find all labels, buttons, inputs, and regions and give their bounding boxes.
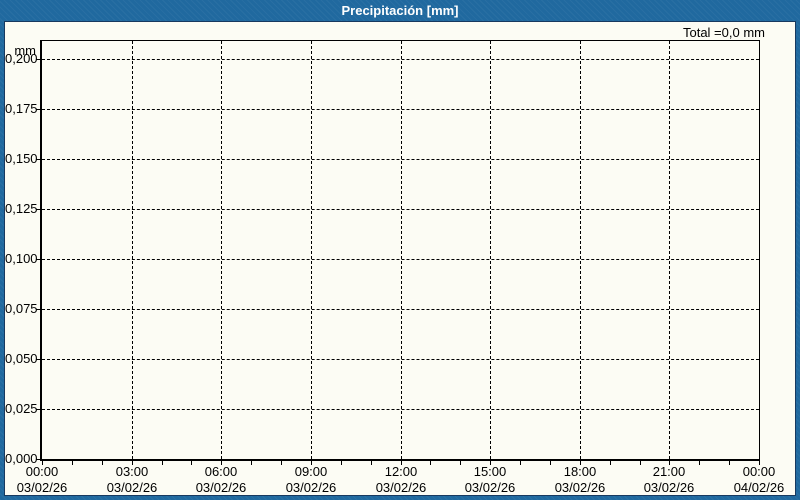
x-tick-date: 03/02/26 bbox=[106, 480, 158, 495]
x-tick-label: 15:00 03/02/26 bbox=[444, 465, 536, 495]
x-tick-date: 03/02/26 bbox=[554, 480, 606, 495]
v-gridline bbox=[579, 41, 581, 459]
v-gridline bbox=[400, 41, 402, 459]
x-tick-time: 00:00 bbox=[25, 464, 59, 479]
x-tick-date: 03/02/26 bbox=[375, 480, 427, 495]
chart-panel: Total =0,0 mm mm 0,200 0,175 0,150 0,125 0,1… bbox=[4, 21, 796, 496]
x-tick-date: 03/02/26 bbox=[643, 480, 695, 495]
y-tick-label: 0,175 bbox=[5, 101, 38, 116]
x-tick-date: 03/02/26 bbox=[464, 480, 516, 495]
chart-window: { "window": { "title": "Precipitación [m… bbox=[0, 0, 800, 500]
x-tick-label: 21:00 03/02/26 bbox=[623, 465, 715, 495]
y-tick-label: 0,025 bbox=[5, 401, 38, 416]
x-tick-label: 18:00 03/02/26 bbox=[534, 465, 626, 495]
x-tick-label: 06:00 03/02/26 bbox=[175, 465, 267, 495]
window-title-bar: Precipitación [mm] bbox=[0, 0, 800, 21]
x-tick-time: 03:00 bbox=[115, 464, 149, 479]
x-tick-date: 04/02/26 bbox=[733, 480, 785, 495]
x-tick-time: 18:00 bbox=[563, 464, 597, 479]
x-tick-time: 00:00 bbox=[742, 464, 776, 479]
y-tick-label: 0,200 bbox=[5, 51, 38, 66]
x-tick-label: 00:00 03/02/26 bbox=[0, 465, 88, 495]
x-tick-time: 06:00 bbox=[204, 464, 238, 479]
y-tick-label: 0,150 bbox=[5, 151, 38, 166]
x-tick-time: 09:00 bbox=[294, 464, 328, 479]
x-tick-time: 15:00 bbox=[473, 464, 507, 479]
x-tick-date: 03/02/26 bbox=[195, 480, 247, 495]
x-tick-label: 00:00 04/02/26 bbox=[713, 465, 800, 495]
v-gridline bbox=[131, 41, 133, 459]
x-tick-date: 03/02/26 bbox=[16, 480, 68, 495]
v-gridline bbox=[221, 41, 223, 459]
v-gridline bbox=[490, 41, 492, 459]
x-tick-label: 09:00 03/02/26 bbox=[265, 465, 357, 495]
y-tick-label: 0,050 bbox=[5, 351, 38, 366]
x-tick-label: 03:00 03/02/26 bbox=[86, 465, 178, 495]
x-tick-time: 21:00 bbox=[652, 464, 686, 479]
window-title: Precipitación [mm] bbox=[341, 3, 459, 18]
total-label: Total =0,0 mm bbox=[682, 25, 765, 40]
v-gridline bbox=[669, 41, 671, 459]
y-tick-label: 0,100 bbox=[5, 251, 38, 266]
x-tick-label: 12:00 03/02/26 bbox=[355, 465, 447, 495]
v-gridline bbox=[310, 41, 312, 459]
y-tick-label: 0,075 bbox=[5, 301, 38, 316]
x-tick-date: 03/02/26 bbox=[285, 480, 337, 495]
y-tick-label: 0,125 bbox=[5, 201, 38, 216]
x-tick-time: 12:00 bbox=[384, 464, 418, 479]
